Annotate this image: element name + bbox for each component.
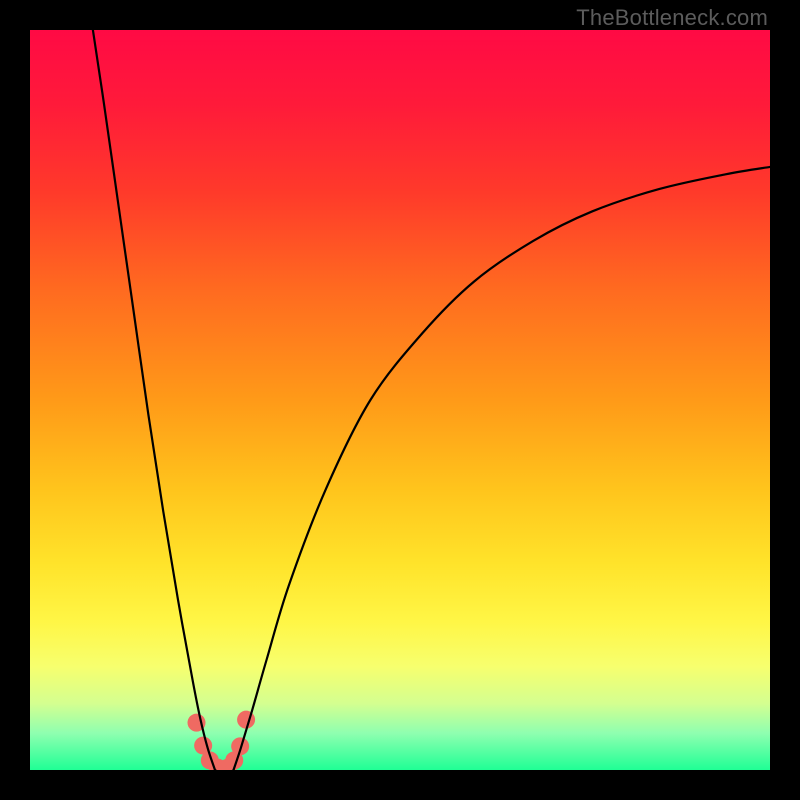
- series-left-branch: [93, 30, 215, 770]
- series-right-branch: [234, 167, 771, 770]
- plot-area: [30, 30, 770, 770]
- valley-markers: [188, 711, 256, 770]
- chart-frame: TheBottleneck.com: [0, 0, 800, 800]
- chart-curves: [30, 30, 770, 770]
- valley-marker-dot: [237, 711, 255, 729]
- watermark-text: TheBottleneck.com: [576, 5, 768, 31]
